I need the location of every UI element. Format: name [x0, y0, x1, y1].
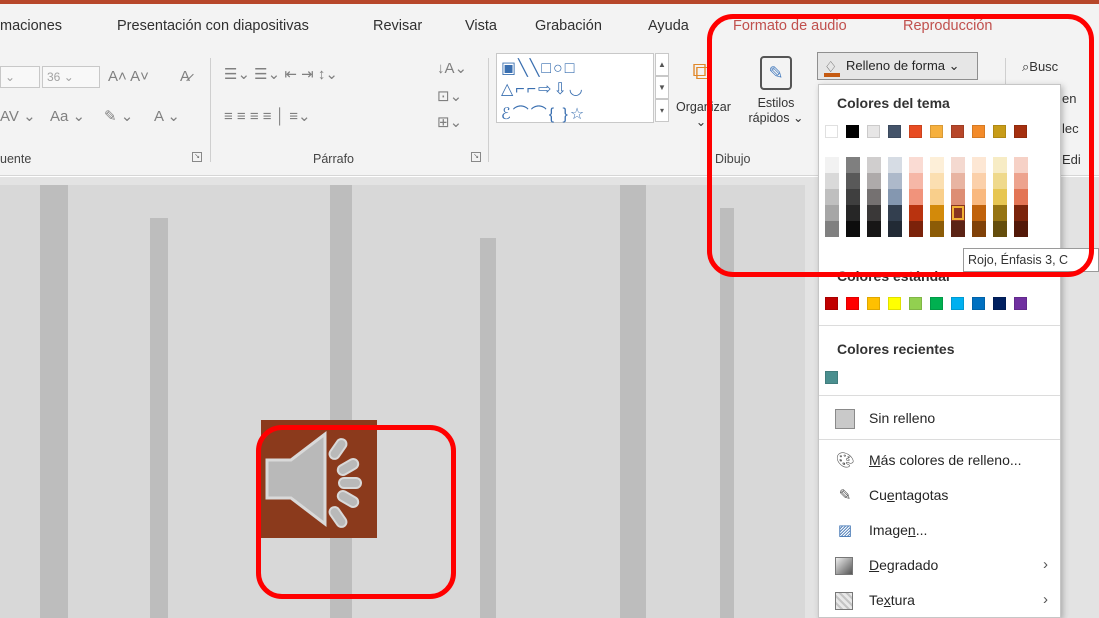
clear-format-icon[interactable]: A̷ — [180, 68, 190, 86]
background-image — [40, 185, 68, 618]
shapes-row-icon[interactable]: ℰ⌒⌒{ }☆ — [501, 100, 586, 124]
standard-color-swatch[interactable] — [930, 297, 943, 310]
scroll-down-icon[interactable]: ▼ — [655, 76, 669, 99]
picture-icon: ▨ — [837, 522, 853, 539]
standard-color-swatch[interactable] — [993, 297, 1006, 310]
shapes-gallery[interactable]: ▣╲╲□○□ △⌐⌐⇨⇩◡ ℰ⌒⌒{ }☆ — [496, 53, 654, 123]
background-image — [150, 218, 168, 618]
align-text-icon[interactable]: ⊡⌄ — [437, 88, 462, 106]
text-direction-icon[interactable]: ↓A⌄ — [437, 60, 467, 78]
align-icons[interactable]: ≡ ≡ ≡ ≡ │ ≡⌄ — [224, 108, 311, 126]
more-shapes-icon[interactable]: ▾ — [655, 99, 669, 122]
standard-color-swatch[interactable] — [888, 297, 901, 310]
tab-ayuda[interactable]: Ayuda — [648, 18, 689, 34]
tab-vista[interactable]: Vista — [465, 18, 497, 34]
shapes-scroll[interactable]: ▲ ▼ ▾ — [655, 53, 669, 123]
no-fill-item[interactable]: Sin relleno — [819, 404, 1060, 434]
font-size-box[interactable]: 36 ⌄ — [42, 66, 100, 88]
chevron-right-icon: › — [1043, 591, 1048, 608]
standard-color-swatch[interactable] — [846, 297, 859, 310]
paragraph-launcher-icon[interactable]: ↘ — [471, 152, 481, 162]
standard-color-swatch[interactable] — [909, 297, 922, 310]
more-colors-label: Más colores de relleno... — [869, 452, 1022, 468]
font-color-icon[interactable]: A ⌄ — [154, 108, 180, 126]
tab-presentacion[interactable]: Presentación con diapositivas — [117, 18, 309, 34]
gradient-icon — [835, 557, 853, 575]
recent-colors-title: Colores recientes — [837, 341, 955, 357]
palette-icon: 🎨︎ — [835, 452, 855, 469]
highlight-icon[interactable]: ✎ ⌄ — [104, 108, 133, 126]
background-image — [620, 185, 646, 618]
tab-grabacion[interactable]: Grabación — [535, 18, 602, 34]
separator — [819, 395, 1060, 396]
eyedropper-icon: ✎ — [838, 487, 852, 504]
no-fill-icon — [835, 409, 855, 429]
separator — [488, 58, 489, 162]
eyedropper-label: Cuentagotas — [869, 487, 949, 503]
chevron-right-icon: › — [1043, 556, 1048, 573]
bullets-icon[interactable]: ☰⌄ ☰⌄ ⇤ ⇥ ↕⌄ — [224, 66, 338, 84]
font-group-label: uente — [0, 152, 32, 166]
background-image — [480, 238, 496, 618]
gradient-label: Degradado — [869, 557, 939, 573]
shapes-row-icon[interactable]: ▣╲╲□○□ — [501, 58, 576, 78]
texture-label: Textura — [869, 592, 915, 608]
scroll-up-icon[interactable]: ▲ — [655, 53, 669, 76]
texture-item[interactable]: Textura › — [819, 586, 1060, 616]
more-colors-item[interactable]: 🎨︎ Más colores de relleno... — [819, 446, 1060, 476]
font-size-value: 36 — [47, 70, 61, 84]
tab-revisar[interactable]: Revisar — [373, 18, 422, 34]
shapes-row-icon[interactable]: △⌐⌐⇨⇩◡ — [501, 79, 585, 99]
standard-color-swatch[interactable] — [972, 297, 985, 310]
tab-animaciones[interactable]: maciones — [0, 18, 62, 34]
grow-font-icon[interactable]: A˄ A˅ — [108, 68, 149, 86]
case-icon[interactable]: Aa ⌄ — [50, 108, 85, 126]
standard-color-swatch[interactable] — [867, 297, 880, 310]
no-fill-label: Sin relleno — [869, 410, 936, 426]
font-name-box[interactable]: ⌄ — [0, 66, 40, 88]
standard-color-swatch[interactable] — [951, 297, 964, 310]
gradient-item[interactable]: Degradado › — [819, 551, 1060, 581]
font-launcher-icon[interactable]: ↘ — [192, 152, 202, 162]
separator — [210, 58, 211, 162]
standard-color-swatch[interactable] — [825, 297, 838, 310]
picture-label: Imagen... — [869, 522, 928, 538]
smartart-icon[interactable]: ⊞⌄ — [437, 114, 462, 132]
annotation-box — [256, 425, 456, 599]
separator — [819, 439, 1060, 440]
annotation-box — [707, 14, 1094, 277]
standard-color-swatch[interactable] — [1014, 297, 1027, 310]
paragraph-group-label: Párrafo — [313, 152, 354, 166]
eyedropper-item[interactable]: ✎ Cuentagotas — [819, 481, 1060, 511]
picture-item[interactable]: ▨ Imagen... — [819, 516, 1060, 546]
recent-color-swatch[interactable] — [825, 371, 838, 384]
separator — [819, 325, 1060, 326]
texture-icon — [835, 592, 853, 610]
spacing-icon[interactable]: AV ⌄ — [0, 108, 36, 126]
